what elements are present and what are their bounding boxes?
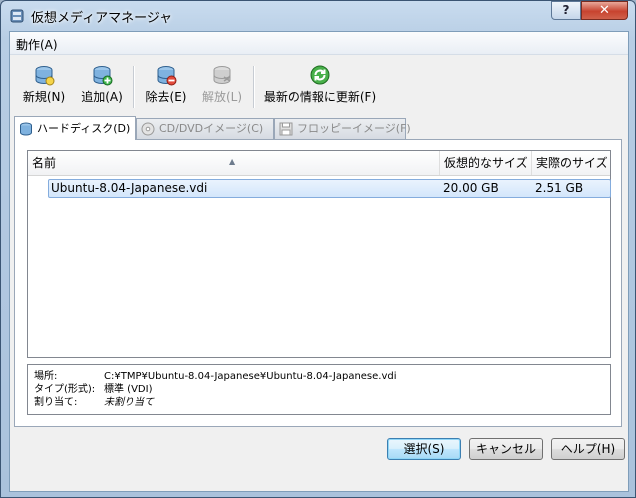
new-disk-icon: [35, 66, 55, 86]
hard-disk-icon: [20, 122, 32, 136]
row-virtual-size: 20.00 GB: [443, 181, 499, 195]
column-header-actual-size[interactable]: 実際のサイズ: [532, 151, 610, 175]
refresh-button-label: 最新の情報に更新(F): [263, 90, 377, 104]
remove-disk-icon: [157, 66, 177, 86]
remove-button-label: 除去(E): [145, 90, 187, 104]
floppy-icon: [279, 122, 293, 136]
title-bar[interactable]: 仮想メディアマネージャ ? ✕: [1, 1, 635, 29]
detail-attached-label: 割り当て:: [34, 397, 78, 408]
cd-icon: [141, 122, 155, 136]
details-pane: 場所: C:¥TMP¥Ubuntu-8.04-Japanese¥Ubuntu-8…: [27, 364, 611, 415]
detail-attached-value: 未割り当て: [104, 397, 154, 408]
refresh-icon: [310, 65, 330, 85]
column-header-virtual-size[interactable]: 仮想的なサイズ: [440, 151, 532, 175]
cancel-button[interactable]: キャンセル: [469, 438, 543, 460]
tab-hard-disks[interactable]: ハードディスク(D): [14, 116, 136, 140]
tab-cd-dvd-label: CD/DVDイメージ(C): [159, 122, 264, 135]
column-name-label: 名前: [32, 156, 57, 170]
close-button[interactable]: ✕: [581, 1, 628, 20]
toolbar: 新規(N) 追加(A) 除去(E) 解放(L) 最新の情報に更新(F): [10, 56, 628, 116]
remove-button[interactable]: 除去(E): [142, 64, 190, 112]
refresh-button[interactable]: 最新の情報に更新(F): [262, 64, 378, 112]
add-button[interactable]: 追加(A): [78, 64, 126, 112]
toolbar-separator: [133, 66, 135, 108]
row-actual-size: 2.51 GB: [535, 181, 584, 195]
dialog-client-area: 動作(A) 新規(N) 追加(A) 除去(E) 解放(L) 最新の情報に更新(F…: [9, 31, 629, 492]
tab-cd-dvd-images[interactable]: CD/DVDイメージ(C): [136, 118, 274, 139]
column-actual-size-label: 実際のサイズ: [536, 156, 608, 170]
menu-action[interactable]: 動作(A): [16, 36, 58, 53]
release-disk-icon: [213, 66, 231, 85]
add-button-label: 追加(A): [81, 90, 123, 104]
detail-type-label: タイプ(形式):: [34, 384, 96, 395]
row-name: Ubuntu-8.04-Japanese.vdi: [51, 181, 208, 195]
dialog-window: 仮想メディアマネージャ ? ✕ 動作(A) 新規(N) 追加(A) 除去(E) …: [0, 0, 636, 498]
menu-bar: 動作(A): [10, 32, 628, 55]
virtual-disk-icon: [10, 9, 24, 23]
table-row[interactable]: Ubuntu-8.04-Japanese.vdi 20.00 GB 2.51 G…: [48, 179, 611, 198]
list-header: 名前 ▲ 仮想的なサイズ 実際のサイズ: [28, 151, 610, 176]
release-button-label: 解放(L): [201, 90, 243, 104]
title-help-button[interactable]: ?: [551, 1, 581, 20]
detail-type-value: 標準 (VDI): [104, 384, 153, 395]
release-button[interactable]: 解放(L): [198, 64, 246, 112]
toolbar-separator: [253, 66, 255, 108]
new-button[interactable]: 新規(N): [20, 64, 68, 112]
sort-ascending-icon: ▲: [229, 157, 236, 166]
tab-panel-hard-disks: 名前 ▲ 仮想的なサイズ 実際のサイズ Ubuntu-8.04-Japanese…: [14, 139, 622, 427]
tab-hard-disks-label: ハードディスク(D): [37, 122, 131, 135]
window-title: 仮想メディアマネージャ: [31, 11, 173, 26]
select-button[interactable]: 選択(S): [387, 438, 461, 460]
add-disk-icon: [93, 66, 113, 86]
tab-floppy-label: フロッピーイメージ(F): [297, 122, 411, 135]
help-button[interactable]: ヘルプ(H): [551, 438, 625, 460]
detail-location-value: C:¥TMP¥Ubuntu-8.04-Japanese¥Ubuntu-8.04-…: [104, 371, 397, 382]
media-list[interactable]: 名前 ▲ 仮想的なサイズ 実際のサイズ Ubuntu-8.04-Japanese…: [27, 150, 611, 358]
new-button-label: 新規(N): [22, 90, 66, 104]
detail-location-label: 場所:: [34, 371, 58, 382]
column-virtual-size-label: 仮想的なサイズ: [444, 156, 528, 170]
column-header-name[interactable]: 名前 ▲: [28, 151, 440, 175]
tab-floppy-images[interactable]: フロッピーイメージ(F): [274, 118, 411, 139]
